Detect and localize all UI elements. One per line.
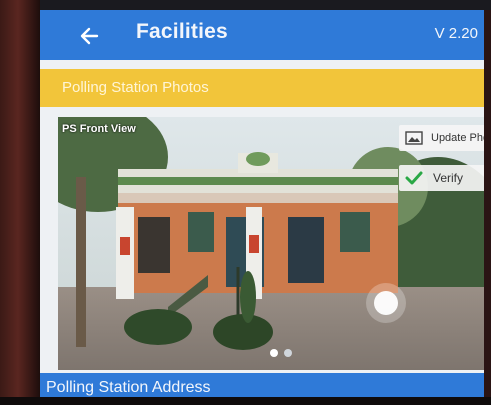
device-frame [0, 0, 40, 405]
app-version: V 2.20 [434, 25, 478, 42]
address-section-title: Polling Station Address [46, 379, 211, 396]
building-photo-image [58, 117, 484, 370]
verify-label: Verify [433, 171, 464, 185]
update-photo-label: Update Photo [431, 132, 484, 144]
app-screen: Facilities V 2.20 Polling Station Photos [40, 10, 484, 397]
app-bar: Facilities V 2.20 [40, 10, 484, 60]
status-bar [40, 0, 491, 10]
arrow-left-icon [80, 27, 99, 45]
update-photo-button[interactable]: Update Photo [399, 125, 484, 151]
carousel-dot[interactable] [284, 349, 292, 357]
carousel-dot-active[interactable] [270, 349, 278, 357]
photo-caption: PS Front View [62, 123, 136, 135]
back-button[interactable] [76, 23, 102, 49]
address-section-header: Polling Station Address [40, 373, 484, 397]
section-title: Polling Station Photos [62, 79, 209, 96]
checkmark-icon [405, 171, 423, 185]
image-icon [405, 131, 423, 145]
page-title: Facilities [136, 20, 228, 43]
verify-button[interactable]: Verify [399, 165, 484, 191]
carousel-indicator [270, 349, 292, 357]
device-frame-bottom [0, 397, 491, 405]
section-header: Polling Station Photos [40, 69, 484, 107]
polling-station-photo[interactable]: PS Front View Update Photo Verify [58, 117, 484, 370]
